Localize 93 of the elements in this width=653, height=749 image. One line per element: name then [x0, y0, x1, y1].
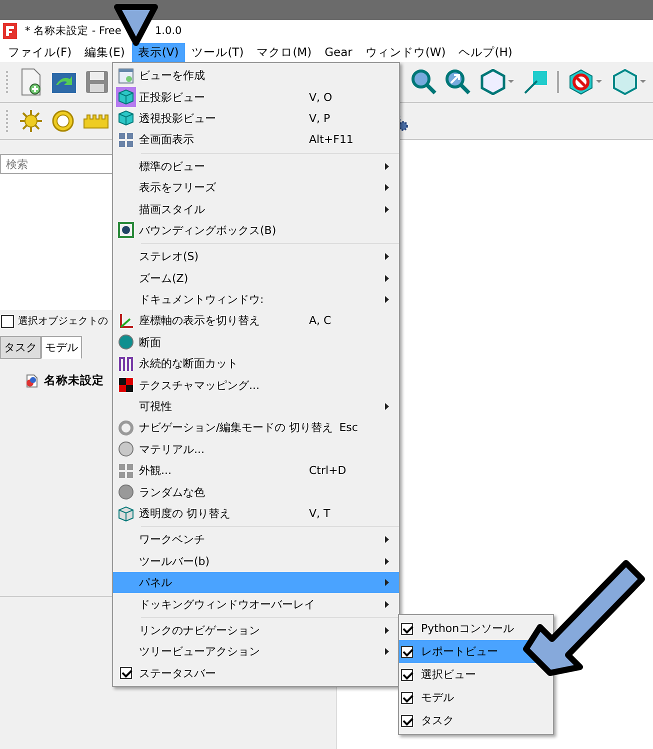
zoom-selection-icon[interactable]: [445, 69, 471, 95]
menu-item[interactable]: 可視性: [113, 396, 399, 418]
plane-icon[interactable]: [523, 69, 549, 95]
menu-bar-item[interactable]: マクロ(M): [250, 42, 318, 62]
menu-item[interactable]: 透明度の 切り替え V, T: [113, 502, 399, 524]
save-icon[interactable]: [85, 70, 109, 94]
submenu-arrow-icon: [385, 600, 389, 608]
checkbox: [401, 692, 413, 704]
panel-tab[interactable]: タスク: [0, 336, 41, 359]
submenu-arrow-icon: [385, 558, 389, 565]
submenu-arrow-icon: [385, 184, 389, 192]
window-title: 1.0.0: [155, 25, 182, 37]
menu-item[interactable]: モデル: [399, 686, 553, 709]
cube-icon: [118, 110, 134, 126]
menu-bar-item[interactable]: 表示(V): [132, 42, 185, 62]
menu-item[interactable]: ドキュメントウィンドウ:: [113, 288, 399, 310]
menu-item[interactable]: 描画スタイル: [113, 198, 399, 220]
clip-icon: [118, 356, 134, 372]
no-entry-icon[interactable]: [567, 69, 603, 95]
document-icon: [24, 374, 38, 388]
menu-item[interactable]: Pythonコンソール: [399, 617, 553, 640]
menu-item[interactable]: ステレオ(S): [113, 246, 399, 268]
menu-bar-item[interactable]: ファイル(F): [2, 42, 78, 62]
menu-item[interactable]: マテリアル...: [113, 438, 399, 460]
menu-item[interactable]: ビューを作成: [113, 65, 399, 86]
section-icon: [118, 334, 134, 350]
submenu-arrow-icon: [385, 648, 389, 656]
menu-item[interactable]: ランダムな色: [113, 481, 399, 503]
menu-bar-item[interactable]: ヘルプ(H): [452, 42, 518, 62]
submenu-arrow-icon: [385, 579, 389, 586]
menu-item[interactable]: 標準のビュー: [113, 156, 399, 177]
search-field[interactable]: 検索: [0, 154, 112, 174]
fullscreen-icon: [118, 132, 134, 148]
menu-item[interactable]: リンクのナビゲーション: [113, 620, 399, 642]
menu-item[interactable]: ツリービューアクション: [113, 641, 399, 663]
menu-item[interactable]: ドッキングウィンドウオーバーレイ: [113, 593, 399, 615]
submenu-arrow-icon: [385, 162, 389, 170]
window-title: * 名称未設定 - Free: [25, 24, 122, 38]
submenu-arrow-icon: [385, 296, 389, 304]
checkbox: [401, 646, 413, 658]
ring-gear-icon[interactable]: [51, 109, 75, 133]
menu-item[interactable]: パネル: [113, 572, 399, 594]
cube-select-icon[interactable]: [611, 69, 647, 95]
new-document-icon[interactable]: [19, 68, 43, 96]
sphere-icon: [118, 441, 134, 458]
navigation-icon: [118, 420, 134, 436]
cube-view-icon[interactable]: [479, 69, 515, 95]
checkbox: [401, 668, 413, 680]
menu-item[interactable]: 透視投影ビュー V, P: [113, 108, 399, 130]
transparent-cube-icon: [118, 506, 134, 522]
menu-bar-item[interactable]: 編集(E): [78, 42, 131, 62]
menu-bar-item[interactable]: Gear: [318, 43, 358, 61]
cube-icon: [118, 89, 134, 106]
submenu-arrow-icon: [385, 274, 389, 282]
checkbox: [120, 667, 132, 680]
menu-item[interactable]: ステータスバー: [113, 662, 399, 684]
menu-item[interactable]: ワークベンチ: [113, 529, 399, 551]
menu-item[interactable]: 断面: [113, 332, 399, 354]
menu-item[interactable]: バウンディングボックス(B): [113, 220, 399, 242]
axes-icon: [118, 312, 134, 329]
tree-item[interactable]: 名称未設定: [44, 373, 104, 388]
menu-item[interactable]: 外観... Ctrl+D: [113, 460, 399, 482]
zoom-fit-icon[interactable]: [411, 69, 437, 95]
submenu-arrow-icon: [385, 206, 389, 213]
menu-item[interactable]: 永続的な断面カット: [113, 353, 399, 374]
checkbox[interactable]: [1, 314, 14, 328]
checkbox: [401, 714, 413, 726]
sun-icon[interactable]: [19, 109, 43, 133]
menu-item[interactable]: テクスチャマッピング...: [113, 374, 399, 396]
checkbox-label: 選択オブジェクトの: [18, 314, 108, 328]
submenu-arrow-icon: [385, 253, 389, 260]
menu-item[interactable]: 全画面表示 Alt+F11: [113, 129, 399, 151]
panel-tab[interactable]: モデル: [41, 336, 82, 359]
menu-item[interactable]: ツールバー(b): [113, 550, 399, 572]
checkbox: [401, 622, 413, 634]
submenu-arrow-icon: [385, 626, 389, 634]
menu-bar-item[interactable]: ツール(T): [186, 42, 250, 62]
box-icon: [118, 222, 134, 238]
menu-item[interactable]: 正投影ビュー V, O: [113, 86, 399, 108]
app-logo-icon: [3, 23, 17, 39]
submenu-arrow-icon: [385, 536, 389, 544]
submenu-arrow-icon: [385, 403, 389, 410]
menu-item[interactable]: タスク: [399, 709, 553, 732]
checker-icon: [118, 377, 134, 394]
menu-item[interactable]: ズーム(Z): [113, 268, 399, 289]
menu-item[interactable]: 表示をフリーズ: [113, 176, 399, 198]
appearance-icon: [118, 462, 134, 479]
rack-icon[interactable]: [83, 113, 109, 129]
document-icon: [118, 68, 134, 84]
menu-bar-item[interactable]: ウィンドウ(W): [359, 42, 452, 62]
menu-item[interactable]: 座標軸の表示を切り替え A, C: [113, 310, 399, 332]
menu-item[interactable]: ナビゲーション/編集モードの 切り替え Esc: [113, 417, 399, 439]
circles-icon: [118, 484, 134, 500]
